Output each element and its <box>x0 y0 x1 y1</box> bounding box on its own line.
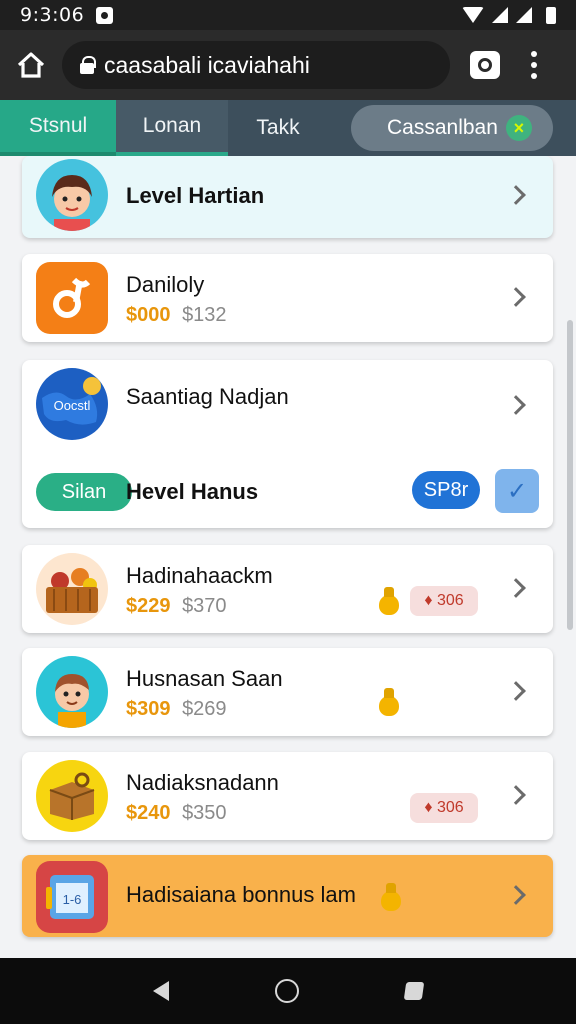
signal-icon <box>492 7 508 23</box>
item-prices: $229 $370 <box>126 595 227 618</box>
globe-icon: Oocstl <box>36 368 108 440</box>
item-title: Husnasan Saan <box>126 666 283 691</box>
box-icon <box>36 760 108 832</box>
chevron-right-icon <box>506 885 526 905</box>
item-prices: $000 $132 <box>126 304 227 327</box>
category-tabs: Stsnul Lonan Takk Cassanlban × <box>0 100 576 156</box>
item-title: Nadiaksnadann <box>126 770 279 795</box>
status-bar: 9:3:06 <box>0 0 576 30</box>
wifi-icon <box>462 7 484 23</box>
item-prices: $240 $350 <box>126 802 227 825</box>
chevron-right-icon <box>506 578 526 598</box>
item-price: $309 <box>126 698 171 720</box>
chevron-right-icon <box>506 785 526 805</box>
lock-icon <box>80 56 96 74</box>
item-subtitle: Hevel Hanus <box>126 479 259 504</box>
overflow-menu-button[interactable] <box>514 30 554 100</box>
chevron-right-icon <box>506 681 526 701</box>
chevron-right-icon <box>506 395 526 415</box>
browser-toolbar: caasabali icaviahahi <box>0 30 576 100</box>
tab-takk[interactable]: Takk <box>228 100 328 156</box>
status-icons <box>462 6 556 24</box>
avatar <box>36 159 108 231</box>
item-price: $240 <box>126 802 171 824</box>
home-icon <box>17 52 45 78</box>
status-tag[interactable]: Silan <box>36 473 132 511</box>
check-button[interactable]: ✓ <box>495 469 539 513</box>
money-bag-icon <box>375 587 403 617</box>
chevron-right-icon <box>506 185 526 205</box>
check-icon: ✓ <box>506 477 528 505</box>
calendar-icon-label: 1-6 <box>63 892 82 907</box>
list-item[interactable]: Nadiaksnadann $240 $350 ♦ 306 <box>22 752 553 840</box>
list-item[interactable]: Daniloly $000 $132 <box>22 254 553 342</box>
tab-switcher-icon <box>478 58 492 72</box>
recents-icon[interactable] <box>403 982 425 1000</box>
item-old-price: $370 <box>182 595 227 617</box>
item-old-price: $350 <box>182 802 227 824</box>
item-prices: $309 $269 <box>126 698 227 721</box>
calendar-icon: 1-6 <box>36 861 108 933</box>
item-title: Daniloly <box>126 272 205 297</box>
tab-cassanlban-label: Cassanlban <box>387 116 498 139</box>
music-app-icon <box>36 262 108 334</box>
home-circle-icon[interactable] <box>275 979 299 1003</box>
address-bar[interactable]: caasabali icaviahahi <box>62 41 450 89</box>
menu-dot-icon <box>531 73 537 79</box>
back-icon[interactable] <box>153 981 169 1001</box>
signal-icon-2 <box>516 7 532 23</box>
item-price: $000 <box>126 304 171 326</box>
menu-dot-icon <box>531 62 537 68</box>
battery-icon <box>546 6 556 24</box>
coin-badge: ♦ 306 <box>410 793 478 823</box>
tab-lonan[interactable]: Lonan <box>116 100 228 156</box>
list-item-expanded[interactable]: Oocstl Saantiag Nadjan Silan Hevel Hanus… <box>22 360 553 528</box>
basket-icon <box>36 553 108 625</box>
tab-switcher-button[interactable] <box>470 51 500 79</box>
money-bag-icon <box>375 688 403 718</box>
menu-dot-icon <box>531 51 537 57</box>
coin-badge: ♦ 306 <box>410 586 478 616</box>
item-title: Hadinahaackm <box>126 563 273 588</box>
avatar <box>36 656 108 728</box>
home-button[interactable] <box>0 30 62 100</box>
item-title: Level Hartian <box>126 183 265 208</box>
system-nav-bar <box>0 958 576 1024</box>
list-item[interactable]: Husnasan Saan $309 $269 <box>22 648 553 736</box>
item-price: $229 <box>126 595 171 617</box>
offer-list: Level Hartian Daniloly $000 $132 Oocstl <box>0 156 576 958</box>
tab-stsnul[interactable]: Stsnul <box>0 100 116 156</box>
list-item[interactable]: Hadinahaackm $229 $370 ♦ 306 <box>22 545 553 633</box>
tab-cassanlban[interactable]: Cassanlban × <box>351 105 553 151</box>
promo-banner[interactable]: 1-6 Hadisaiana bonnus lam <box>22 855 553 937</box>
globe-icon-label: Oocstl <box>54 398 91 413</box>
url-text: caasabali icaviahahi <box>104 51 310 78</box>
item-title: Hadisaiana bonnus lam <box>126 882 356 907</box>
money-bag-icon <box>377 883 405 913</box>
item-old-price: $132 <box>182 304 227 326</box>
scrollbar[interactable] <box>567 320 573 630</box>
close-icon[interactable]: × <box>505 115 532 141</box>
clock: 9:3:06 <box>20 4 85 26</box>
item-old-price: $269 <box>182 698 227 720</box>
item-title: Saantiag Nadjan <box>126 384 289 409</box>
list-item[interactable]: Level Hartian <box>22 156 553 238</box>
chevron-right-icon <box>506 287 526 307</box>
sp8r-button[interactable]: SP8r <box>412 471 480 509</box>
notification-icon <box>96 6 114 24</box>
